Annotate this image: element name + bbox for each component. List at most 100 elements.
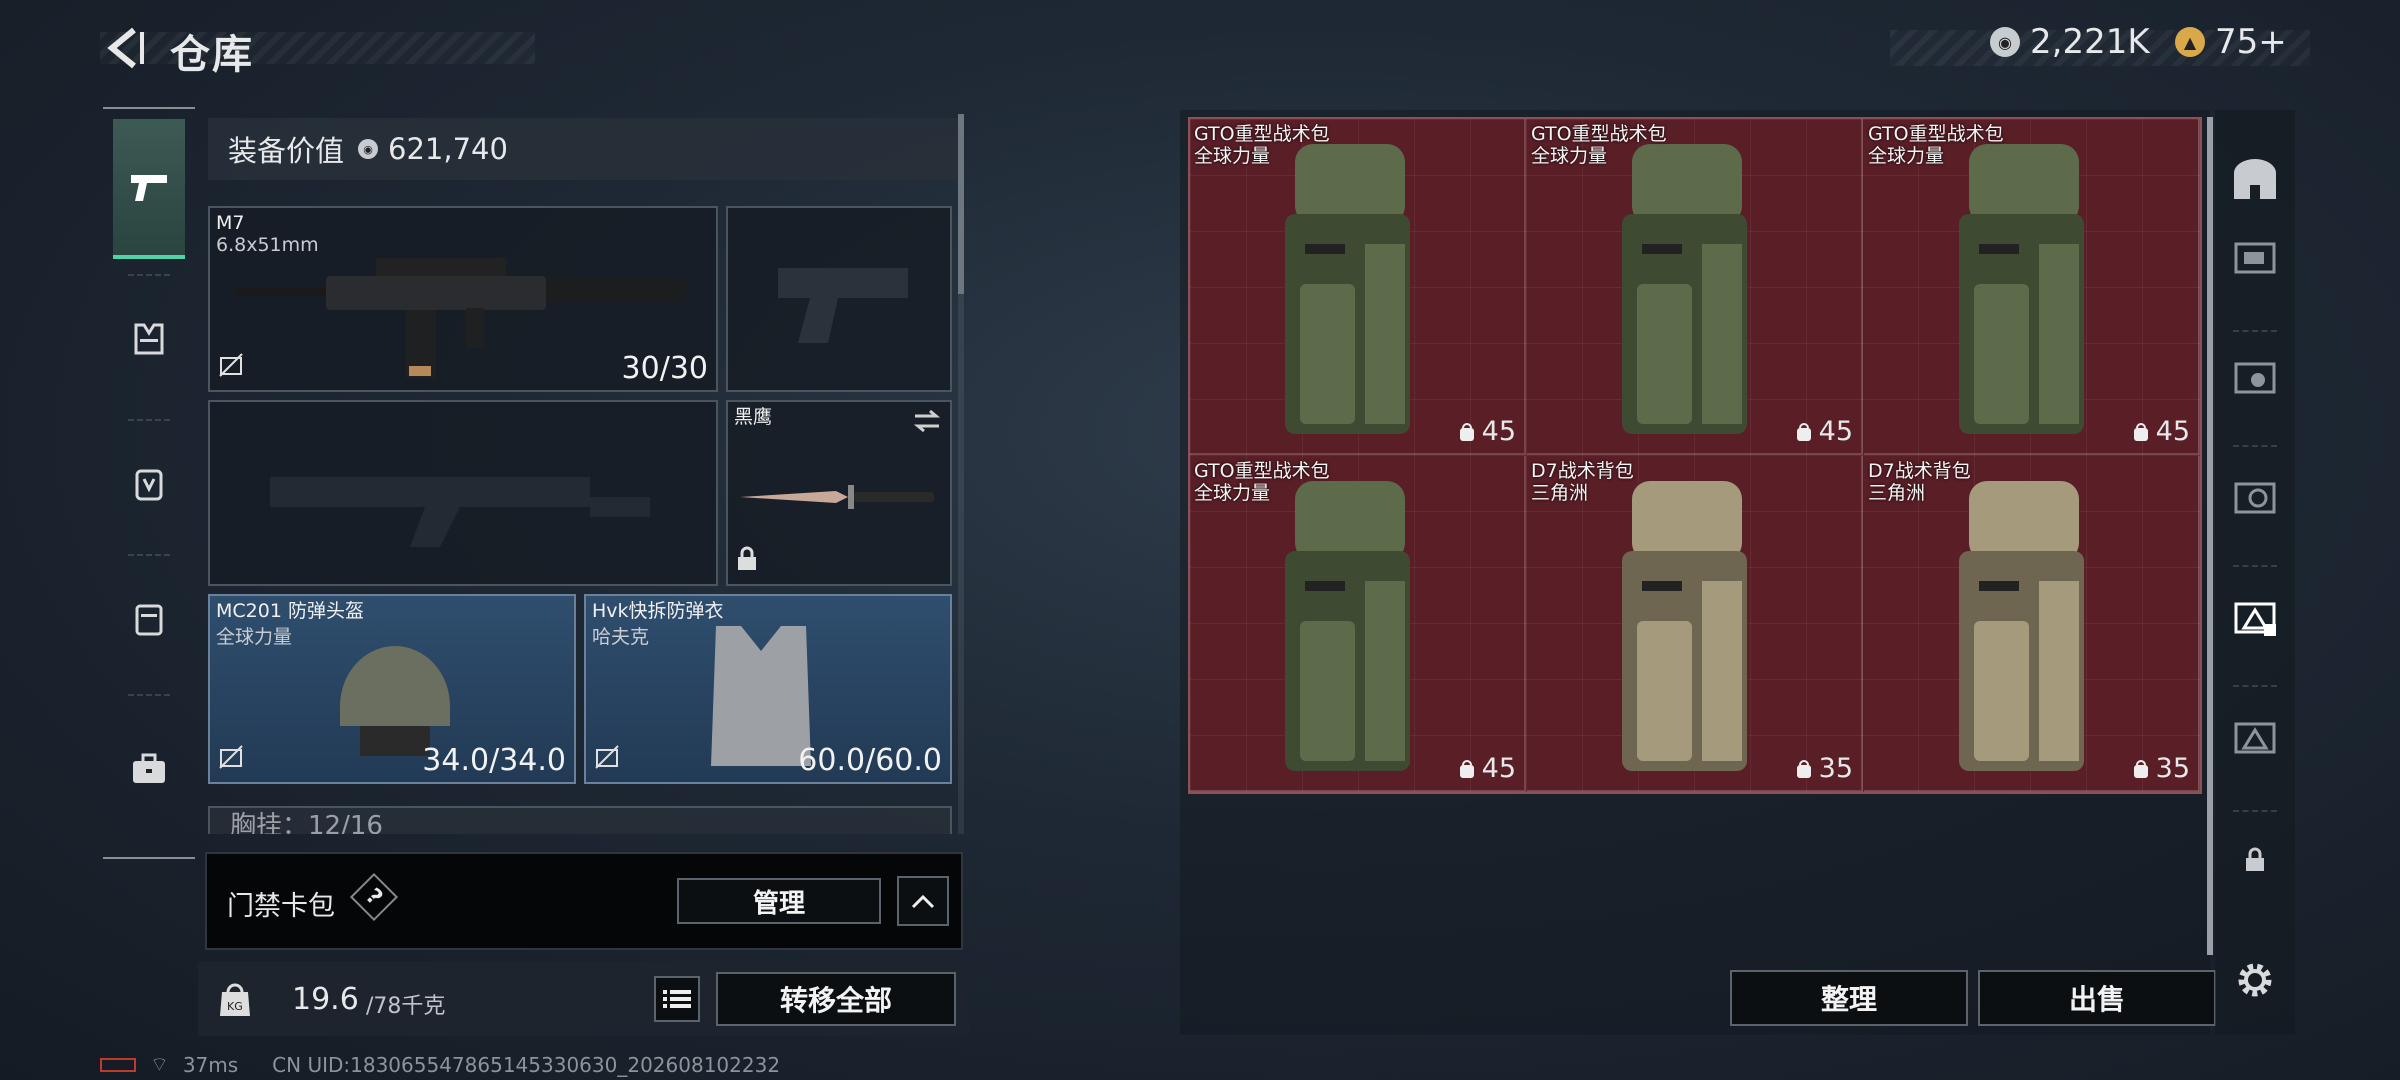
settings-button[interactable] xyxy=(2225,950,2285,1010)
backpack-icon xyxy=(135,469,163,501)
status-bar: ⌔ 37ms CN UID:1830655478651453306​30_202… xyxy=(100,1052,780,1077)
storage-item-capacity: 45 xyxy=(2132,416,2190,447)
helmet-slot[interactable]: MC201 防弹头盔 全球力量 34.0/34.0 xyxy=(208,594,576,784)
storage-item[interactable]: D7战术背包 三角洲 35 xyxy=(1527,456,1863,792)
weight-kg-icon: KG xyxy=(218,978,252,1022)
no-insure-icon xyxy=(218,352,244,382)
storage-item-name: GTO重型战术包 xyxy=(1194,123,1330,145)
storage-grid: GTO重型战术包 全球力量 45 GTO重型战术包 全球力量 45 GTO重型战术包 全球力量… xyxy=(1188,117,2202,794)
secondary-weapon-slot[interactable] xyxy=(208,400,718,586)
weight-bar: KG 19.6 /78千克 转移全部 xyxy=(198,962,970,1036)
nav-container[interactable] xyxy=(113,549,185,689)
equipment-scrollbar[interactable] xyxy=(958,114,964,294)
chest-rig-capacity: 胸挂：12/16 xyxy=(230,811,383,834)
currency-main-value: 2,221K xyxy=(2030,22,2150,62)
capacity-icon xyxy=(1459,422,1474,441)
knife-image xyxy=(740,485,934,509)
nav-weapons[interactable] xyxy=(113,119,185,259)
capacity-icon xyxy=(2133,759,2148,778)
nav-divider xyxy=(2233,685,2277,687)
manage-button[interactable]: 管理 xyxy=(677,878,881,924)
transfer-all-label: 转移全部 xyxy=(779,984,892,1017)
currency-premium[interactable]: ▲ 75+ xyxy=(2175,22,2287,62)
storage-item-capacity: 45 xyxy=(1458,416,1516,447)
backpack-image xyxy=(1622,144,1747,434)
storage-page-5[interactable] xyxy=(2225,465,2285,525)
storage-item-faction: 全球力量 xyxy=(1531,145,1608,167)
backpack-image xyxy=(1622,481,1747,771)
storage-item-faction: 三角洲 xyxy=(1868,482,1926,504)
storage-item-name: GTO重型战术包 xyxy=(1868,123,2004,145)
storage-page-main[interactable] xyxy=(2225,150,2285,210)
storage-item-capacity: 45 xyxy=(1458,753,1516,784)
storage-page-3[interactable] xyxy=(2225,345,2285,405)
ping-value: 37ms xyxy=(182,1052,239,1077)
help-icon[interactable]: ? xyxy=(349,872,399,922)
sort-button-label: 整理 xyxy=(1820,983,1877,1016)
wifi-icon: ⌔ xyxy=(150,1052,169,1076)
container-icon xyxy=(135,604,163,636)
backpack-image xyxy=(1285,481,1410,771)
storage-ext-icon xyxy=(2234,362,2276,394)
storage-page-2[interactable] xyxy=(2225,705,2285,765)
nav-chest-rig[interactable] xyxy=(113,269,185,409)
keycard-bar: 门禁卡包 ? 管理 xyxy=(205,852,963,950)
storage-item-capacity: 45 xyxy=(1795,416,1853,447)
premium-coin-icon: ▲ xyxy=(2175,27,2205,57)
storage-item-capacity: 35 xyxy=(2132,753,2190,784)
currency-premium-value: 75+ xyxy=(2215,22,2287,62)
nav-backpack[interactable] xyxy=(113,414,185,554)
page-title: 仓库 xyxy=(170,32,254,78)
storage-item[interactable]: GTO重型战术包 全球力量 45 xyxy=(1864,119,2200,455)
primary-weapon-slot[interactable]: M7 6.8x51mm 30/30 xyxy=(208,206,718,392)
back-button[interactable] xyxy=(100,22,152,74)
list-view-button[interactable] xyxy=(654,976,700,1022)
chest-rig-row[interactable]: 胸挂：12/16 xyxy=(208,806,952,834)
currency-main[interactable]: ◉ 2,221K xyxy=(1990,22,2150,62)
no-insure-icon xyxy=(594,744,620,774)
slot-item-name: 黑鹰 xyxy=(734,406,773,428)
equipment-category-nav xyxy=(103,107,195,859)
storage-item[interactable]: GTO重型战术包 全球力量 45 xyxy=(1527,119,1863,455)
melee-slot[interactable]: 黑鹰 xyxy=(726,400,952,586)
armor-slot[interactable]: Hvk快拆防弹衣 哈夫克 60.0/60.0 xyxy=(584,594,952,784)
nav-case[interactable] xyxy=(113,699,185,839)
svg-text:KG: KG xyxy=(227,1000,243,1013)
storage-scrollbar[interactable] xyxy=(2207,117,2213,955)
slot-item-faction: 哈夫克 xyxy=(592,626,650,648)
capacity-value: 35 xyxy=(1818,753,1853,784)
storage-ext-icon xyxy=(2234,602,2276,636)
header-stripe xyxy=(100,32,535,64)
nav-divider xyxy=(2233,810,2277,812)
storage-item[interactable]: GTO重型战术包 全球力量 45 xyxy=(1190,119,1526,455)
capacity-icon xyxy=(1459,759,1474,778)
storage-item[interactable]: D7战术背包 三角洲 35 xyxy=(1864,456,2200,792)
nav-divider xyxy=(128,694,170,696)
expand-button[interactable] xyxy=(897,876,949,926)
transfer-all-button[interactable]: 转移全部 xyxy=(716,972,956,1026)
nav-divider xyxy=(2233,330,2277,332)
sort-button[interactable]: 整理 xyxy=(1730,970,1968,1026)
no-insure-icon xyxy=(218,744,244,774)
list-icon xyxy=(663,990,691,1008)
storage-item-name: D7战术背包 xyxy=(1531,460,1634,482)
storage-page-locked[interactable] xyxy=(2225,830,2285,890)
armor-durability: 60.0/60.0 xyxy=(798,743,942,778)
keycard-label: 门禁卡包 xyxy=(227,891,335,922)
sell-button[interactable]: 出售 xyxy=(1978,970,2216,1026)
safe-icon xyxy=(2234,159,2276,199)
storage-item[interactable]: GTO重型战术包 全球力量 45 xyxy=(1190,456,1526,792)
manage-button-label: 管理 xyxy=(752,888,805,919)
storage-page-active[interactable] xyxy=(2225,585,2285,645)
slot-item-faction: 全球力量 xyxy=(216,626,293,648)
storage-page-4[interactable] xyxy=(2225,225,2285,285)
briefcase-icon xyxy=(133,753,165,783)
swap-icon[interactable] xyxy=(912,408,942,438)
storage-item-faction: 三角洲 xyxy=(1531,482,1589,504)
sidearm-slot[interactable] xyxy=(726,206,952,392)
lock-icon xyxy=(736,546,758,576)
capacity-value: 45 xyxy=(1481,753,1516,784)
pistol-placeholder-icon xyxy=(778,268,908,343)
storage-item-name: D7战术背包 xyxy=(1868,460,1971,482)
storage-ext-icon xyxy=(2234,722,2276,754)
